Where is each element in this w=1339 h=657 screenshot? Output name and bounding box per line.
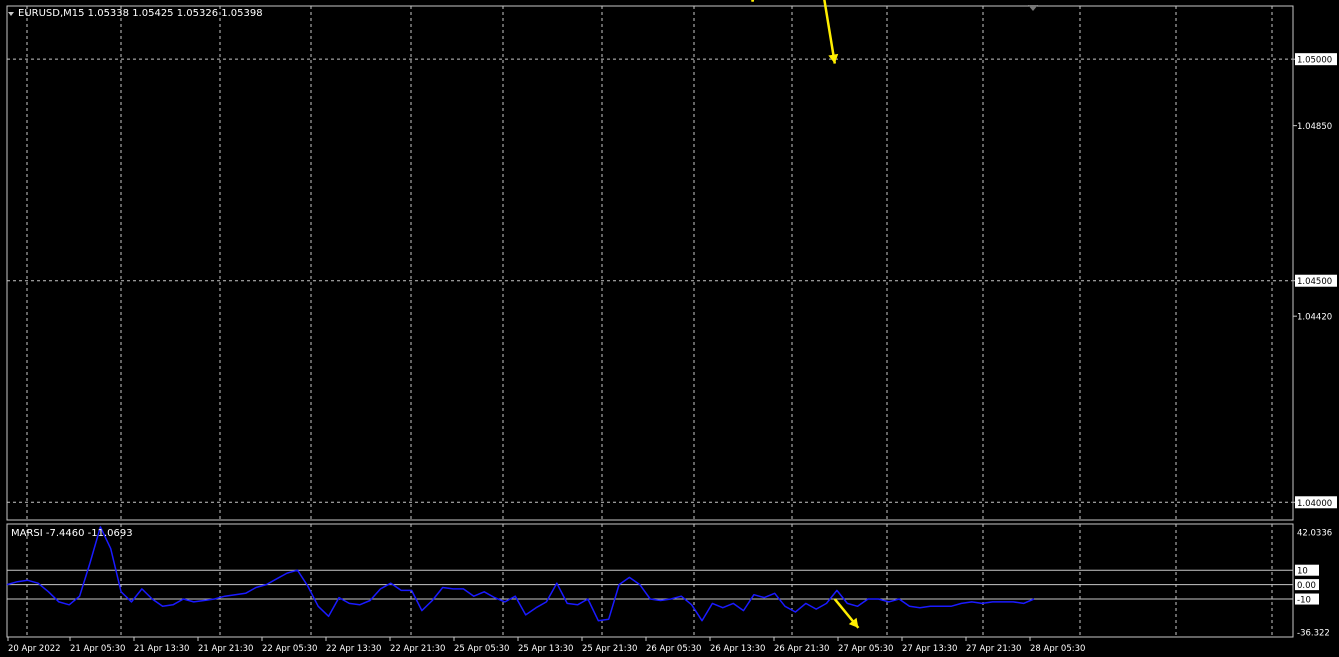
price-tick-label: 1.04850 [1297,122,1332,132]
marsi-tick-label: 42.0336 [1297,529,1332,539]
price-tick-label: 1.04000 [1297,499,1332,509]
chart-stage: 1.105001.104201.100001.095001.091401.090… [0,0,1339,657]
time-tick-label: 25 Apr 05:30 [454,644,509,654]
time-tick-label: 22 Apr 05:30 [262,644,317,654]
time-tick-label: 25 Apr 13:30 [518,644,573,654]
time-tick-label: 26 Apr 05:30 [646,644,701,654]
price-tick-label: 1.05000 [1297,56,1332,66]
time-tick-label: 22 Apr 21:30 [390,644,445,654]
marsi-panel: 42.0336 10 0.00 -10 -36.322 MARSI -7.4460 -1… [6,523,1332,639]
price-panel-frame [6,5,1294,521]
time-tick-label: 21 Apr 05:30 [70,644,125,654]
time-tick-label: 28 Apr 05:30 [1030,644,1085,654]
time-tick-label: 20 Apr 2022 [8,644,61,654]
time-tick-label: 26 Apr 21:30 [774,644,829,654]
marsi-tick-label: 0.00 [1297,581,1316,591]
time-tick-label: 27 Apr 13:30 [902,644,957,654]
price-panel: 1.105001.104201.100001.095001.091401.090… [6,0,1337,521]
time-tick-label: 21 Apr 21:30 [198,644,253,654]
price-tick-label: 1.04500 [1297,277,1332,287]
marsi-tick-label: -10 [1297,596,1311,606]
marsi-header: MARSI -7.4460 -11.0693 [11,528,133,539]
time-tick-label: 27 Apr 21:30 [966,644,1021,654]
price-tick-label: 1.04420 [1297,313,1332,323]
marsi-tick-label: 10 [1297,567,1308,577]
symbol-header: EURUSD,M15 1.05338 1.05425 1.05326 1.053… [18,8,263,19]
time-tick-label: 26 Apr 13:30 [710,644,765,654]
time-tick-label: 22 Apr 13:30 [326,644,381,654]
marsi-panel-frame [6,523,1294,638]
time-tick-label: 21 Apr 13:30 [134,644,189,654]
time-tick-label: 27 Apr 05:30 [838,644,893,654]
marsi-tick-label: -36.322 [1297,629,1330,639]
time-tick-label: 25 Apr 21:30 [582,644,637,654]
